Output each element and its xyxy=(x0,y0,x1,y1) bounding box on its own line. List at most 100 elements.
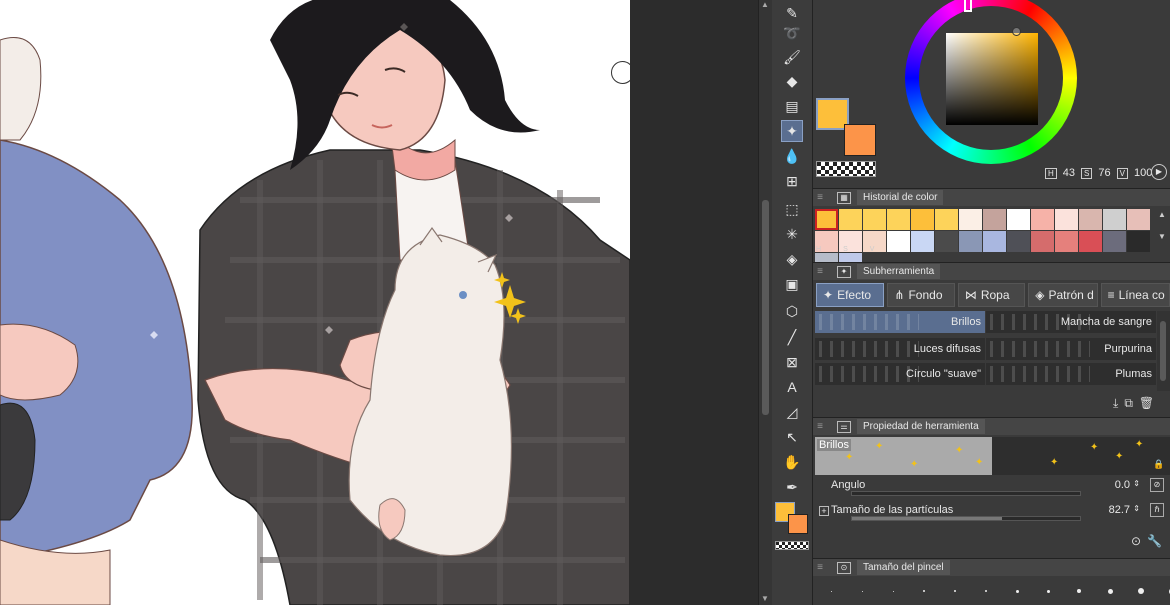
toolbar-transparent-color[interactable] xyxy=(775,541,809,550)
history-panel-title[interactable]: Historial de color xyxy=(857,190,944,205)
saturation-value-square[interactable] xyxy=(946,33,1038,125)
selection-icon[interactable]: ⬚ xyxy=(781,198,803,220)
sparkle-decoration-icon[interactable]: ✦ xyxy=(781,120,803,142)
history-color-swatch[interactable] xyxy=(1007,231,1030,252)
tab-patron[interactable]: ◈ Patrón d xyxy=(1028,283,1098,307)
grip-icon[interactable]: ≡ xyxy=(813,192,827,203)
history-color-swatch[interactable] xyxy=(959,209,982,230)
brush-size-preset[interactable] xyxy=(1138,588,1144,594)
history-color-swatch[interactable] xyxy=(863,209,886,230)
tool-property-icon[interactable]: ⚌ xyxy=(837,420,851,433)
line-icon[interactable]: ╱ xyxy=(781,326,803,348)
brush-size-preset[interactable] xyxy=(861,590,863,592)
scroll-up-icon[interactable]: ▲ xyxy=(761,0,769,9)
gradient-icon[interactable]: ▣ xyxy=(781,273,803,295)
history-s-icon[interactable]: S xyxy=(843,246,848,253)
tab-efecto[interactable]: ✦ Efecto xyxy=(816,283,885,307)
eraser-icon[interactable]: ◆ xyxy=(781,70,803,92)
brush-icon[interactable]: 🖌 xyxy=(781,46,803,68)
sv-picker[interactable] xyxy=(1012,27,1021,36)
expand-icon[interactable]: + xyxy=(819,506,829,516)
history-v-icon[interactable]: V xyxy=(870,246,875,253)
brush-size-preset[interactable] xyxy=(923,590,925,592)
history-color-swatch[interactable] xyxy=(911,209,934,230)
ruler-icon[interactable]: ◿ xyxy=(781,401,803,423)
brush-size-panel-title[interactable]: Tamaño del pincel xyxy=(857,560,950,575)
frame-icon[interactable]: ⊠ xyxy=(781,351,803,373)
grip-icon[interactable]: ≡ xyxy=(813,266,827,277)
tab-linea[interactable]: ≡ Línea co xyxy=(1100,283,1170,307)
hand-icon[interactable]: ✋ xyxy=(781,451,803,473)
history-color-swatch[interactable] xyxy=(935,209,958,230)
angulo-value[interactable]: 0.0 xyxy=(1115,479,1130,491)
3d-object-icon[interactable]: ⬡ xyxy=(781,300,803,322)
lasso-fill-icon[interactable]: ➰ xyxy=(781,22,803,44)
reset-icon[interactable]: ⊙ xyxy=(1131,534,1141,548)
brush-item-brillos[interactable]: Brillos xyxy=(815,311,985,333)
brush-size-preset[interactable] xyxy=(830,590,832,592)
import-subtool-icon[interactable]: ⤓ xyxy=(1113,396,1118,411)
grip-icon[interactable]: ≡ xyxy=(813,562,827,573)
angulo-reset-icon[interactable]: ⊘ xyxy=(1150,478,1164,492)
pressure-icon[interactable]: ℏ xyxy=(1150,503,1164,517)
history-color-swatch[interactable] xyxy=(1079,231,1102,252)
property-row-angulo[interactable]: Angulo 0.0 ⇕ ⊘ xyxy=(813,477,1170,501)
tamano-spinner-icon[interactable]: ⇕ xyxy=(1133,504,1140,513)
text-icon[interactable]: A xyxy=(781,376,803,398)
history-color-swatch[interactable] xyxy=(1055,209,1078,230)
history-color-swatch[interactable] xyxy=(959,231,982,252)
delete-subtool-icon[interactable]: 🗑 xyxy=(1139,396,1154,411)
scrollbar-thumb[interactable] xyxy=(762,200,769,415)
history-color-swatch[interactable] xyxy=(911,231,934,252)
brush-size-preset[interactable] xyxy=(954,590,956,592)
color-mode-icon[interactable]: ▶ xyxy=(1151,164,1167,180)
property-row-tamano-particulas[interactable]: + Tamaño de las partículas 82.7 ⇕ ℏ xyxy=(813,502,1170,526)
tamano-particulas-value[interactable]: 82.7 xyxy=(1109,504,1130,516)
angulo-slider[interactable] xyxy=(851,491,1081,496)
history-color-swatch[interactable] xyxy=(1031,231,1054,252)
subtool-icon[interactable]: ✦ xyxy=(837,265,851,278)
drawing-canvas[interactable] xyxy=(0,0,630,605)
subtool-panel-title[interactable]: Subherramienta xyxy=(857,264,941,279)
history-color-swatch[interactable] xyxy=(839,209,862,230)
history-color-swatch[interactable] xyxy=(983,209,1006,230)
brush-list-scrollbar[interactable] xyxy=(1157,311,1170,391)
fill-icon[interactable]: ◈ xyxy=(781,248,803,270)
brush-size-icon[interactable]: ⊙ xyxy=(837,561,851,574)
history-scroll-up-icon[interactable]: ▲ xyxy=(1158,210,1166,219)
history-color-swatch[interactable] xyxy=(887,231,910,252)
brush-item-plumas[interactable]: Plumas xyxy=(986,363,1156,385)
history-color-swatch[interactable] xyxy=(983,231,1006,252)
history-color-swatch[interactable] xyxy=(815,209,838,230)
history-color-swatch[interactable] xyxy=(1103,231,1126,252)
history-color-swatch[interactable] xyxy=(1031,209,1054,230)
history-color-swatch[interactable] xyxy=(1055,231,1078,252)
tamano-particulas-slider[interactable] xyxy=(851,516,1081,521)
tab-ropa[interactable]: ⋈ Ropa xyxy=(957,283,1026,307)
canvas-vertical-scrollbar[interactable]: ▲ ▼ xyxy=(758,0,772,605)
wrench-icon[interactable]: 🔧 xyxy=(1147,534,1162,548)
brush-size-preset[interactable] xyxy=(1077,589,1081,593)
brush-size-preset[interactable] xyxy=(1046,589,1050,593)
brush-size-preset[interactable] xyxy=(1015,589,1019,593)
brush-item-mancha-de-sangre[interactable]: Mancha de sangre xyxy=(986,311,1156,333)
history-color-swatch[interactable] xyxy=(887,209,910,230)
history-scroll-down-icon[interactable]: ▼ xyxy=(1158,232,1166,241)
tab-fondo[interactable]: ⋔ Fondo xyxy=(887,283,955,307)
tool-property-panel-title[interactable]: Propiedad de herramienta xyxy=(857,419,985,434)
object-select-icon[interactable]: ↖ xyxy=(781,426,803,448)
brush-item-luces-difusas[interactable]: Luces difusas xyxy=(815,338,985,360)
angulo-spinner-icon[interactable]: ⇕ xyxy=(1133,479,1140,488)
history-color-swatch[interactable] xyxy=(1079,209,1102,230)
grip-icon[interactable]: ≡ xyxy=(813,421,827,432)
airbrush-icon[interactable]: ▤ xyxy=(781,95,803,117)
history-color-swatch[interactable] xyxy=(1007,209,1030,230)
sub-color-swatch[interactable] xyxy=(844,124,876,156)
pen-icon[interactable]: ✎ xyxy=(781,2,803,24)
hue-picker[interactable] xyxy=(964,0,972,12)
brush-size-preset[interactable] xyxy=(985,590,987,592)
history-color-swatch[interactable] xyxy=(1127,209,1150,230)
brush-item-purpurina[interactable]: Purpurina xyxy=(986,338,1156,360)
duplicate-subtool-icon[interactable]: ⧉ xyxy=(1124,396,1133,411)
color-history-icon[interactable]: ▦ xyxy=(837,191,851,204)
